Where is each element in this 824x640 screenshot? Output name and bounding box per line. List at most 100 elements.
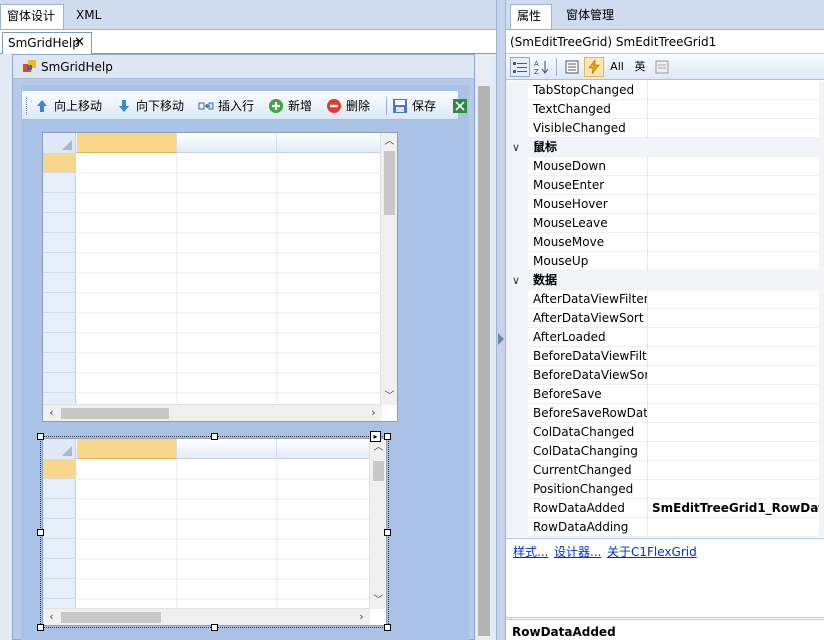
property-row[interactable]: VisibleChanged <box>506 119 824 138</box>
property-row[interactable]: MouseHover <box>506 195 824 214</box>
property-row[interactable]: ColDataChanging <box>506 442 824 461</box>
grid-1-cells[interactable] <box>77 153 382 405</box>
grid-1-row-header-cell[interactable] <box>43 353 76 373</box>
grid-1-horizontal-scrollbar[interactable]: ‹ › <box>43 404 382 421</box>
grid-1-row-header-cell[interactable] <box>43 373 76 393</box>
property-value[interactable] <box>652 81 822 100</box>
design-surface-vertical-scrollbar[interactable] <box>476 54 492 640</box>
property-row[interactable]: PositionChanged <box>506 480 824 499</box>
property-value[interactable]: SmEditTreeGrid1_RowDataA <box>652 499 822 518</box>
property-row[interactable]: AfterLoaded <box>506 328 824 347</box>
grid-1-row-header-cell[interactable] <box>43 213 76 233</box>
property-row[interactable]: RowDataAdding <box>506 518 824 537</box>
scroll-left-icon[interactable]: ‹ <box>43 405 60 421</box>
grid-1-row-header-cell[interactable] <box>43 333 76 353</box>
property-row[interactable]: TextChanged <box>506 100 824 119</box>
resize-handle[interactable] <box>37 433 44 440</box>
grid-1-horizontal-scroll-thumb[interactable] <box>61 408 169 419</box>
property-row[interactable]: TabStopChanged <box>506 81 824 100</box>
events-view-button[interactable] <box>584 57 604 77</box>
property-value[interactable] <box>652 309 822 328</box>
grid-1-column-header-cell[interactable] <box>177 133 277 153</box>
property-row[interactable]: BeforeSave <box>506 385 824 404</box>
close-icon[interactable]: ✕ <box>74 33 85 53</box>
grid-1-column-header-cell[interactable] <box>277 133 382 153</box>
property-grid[interactable]: TabStopChanged TextChanged VisibleChanged ∨… <box>506 81 824 537</box>
resize-handle[interactable] <box>211 433 218 440</box>
tab-properties[interactable]: 属性 <box>510 4 552 29</box>
move-down-button[interactable]: 向下移动 <box>116 95 184 117</box>
grid-1-row-header-cell[interactable] <box>43 173 76 193</box>
chevron-down-icon[interactable]: ∨ <box>512 138 520 157</box>
save-button[interactable]: 保存 <box>392 95 436 117</box>
grid-1-corner-cell[interactable] <box>43 133 76 153</box>
property-row[interactable]: CurrentChanged <box>506 461 824 480</box>
resize-handle[interactable] <box>384 433 391 440</box>
move-up-button[interactable]: 向上移动 <box>34 95 102 117</box>
property-row[interactable]: MouseEnter <box>506 176 824 195</box>
style-command-link[interactable]: 样式... <box>513 543 548 560</box>
design-surface-scroll-thumb[interactable] <box>478 86 490 636</box>
grid-1-vertical-scroll-thumb[interactable] <box>384 151 395 215</box>
property-value[interactable] <box>652 442 822 461</box>
grid-1-row-header-cell[interactable] <box>43 293 76 313</box>
insert-row-button[interactable]: 插入行 <box>198 95 254 117</box>
property-value[interactable] <box>652 214 822 233</box>
property-row[interactable]: AfterDataViewSort <box>506 309 824 328</box>
language-toggle-button[interactable]: 英 <box>630 57 650 77</box>
property-value[interactable] <box>652 195 822 214</box>
property-row[interactable]: ColDataChanged <box>506 423 824 442</box>
resize-handle[interactable] <box>384 529 391 536</box>
grid-1-row-header-cell[interactable] <box>43 153 76 173</box>
property-row[interactable]: BeforeDataViewFilte <box>506 347 824 366</box>
designer-command-link[interactable]: 设计器... <box>554 543 601 560</box>
grid-1-vertical-scrollbar[interactable]: ︿ ﹀ <box>380 133 397 405</box>
more-toolbar-button[interactable] <box>452 95 472 117</box>
scroll-down-icon[interactable]: ﹀ <box>381 388 397 405</box>
property-value[interactable] <box>652 290 822 309</box>
resize-handle[interactable] <box>211 624 218 631</box>
grid-1-row-header-cell[interactable] <box>43 313 76 333</box>
property-value[interactable] <box>652 404 822 423</box>
splitter-arrow-icon[interactable] <box>498 333 504 345</box>
grid-1-row-header-cell[interactable] <box>43 253 76 273</box>
smart-tag-arrow-icon[interactable]: ▸ <box>370 431 381 442</box>
tab-form-management[interactable]: 窗体管理 <box>560 4 620 29</box>
resize-handle[interactable] <box>37 529 44 536</box>
property-pages-button[interactable] <box>652 57 672 77</box>
property-value[interactable] <box>652 518 822 537</box>
grid-1-column-header-cell[interactable] <box>77 133 177 153</box>
property-value[interactable] <box>652 423 822 442</box>
object-selector[interactable]: (SmEditTreeGrid) SmEditTreeGrid1 <box>506 31 824 54</box>
data-grid-1[interactable]: ︿ ﹀ ‹ › <box>42 132 398 422</box>
property-grid-scrollbar[interactable] <box>819 81 824 537</box>
property-row[interactable]: MouseLeave <box>506 214 824 233</box>
resize-handle[interactable] <box>37 624 44 631</box>
property-value[interactable] <box>652 176 822 195</box>
tab-xml[interactable]: XML <box>70 4 110 29</box>
about-c1flexgrid-link[interactable]: 关于C1FlexGrid <box>607 543 697 560</box>
resize-handle[interactable] <box>384 624 391 631</box>
property-category[interactable]: ∨ 数据 <box>506 271 824 290</box>
add-button[interactable]: 新增 <box>268 95 312 117</box>
property-category[interactable]: ∨ 鼠标 <box>506 138 824 157</box>
property-row[interactable]: MouseDown <box>506 157 824 176</box>
document-tab-smgridhelp[interactable]: SmGridHelp ✕ <box>2 32 92 54</box>
panel-splitter[interactable] <box>496 0 506 640</box>
property-value[interactable] <box>652 385 822 404</box>
property-row[interactable]: AfterDataViewFilter <box>506 290 824 309</box>
property-row[interactable]: MouseMove <box>506 233 824 252</box>
property-value[interactable] <box>652 347 822 366</box>
grid-1-row-header-cell[interactable] <box>43 233 76 253</box>
property-value[interactable] <box>652 157 822 176</box>
property-value[interactable] <box>652 100 822 119</box>
property-value[interactable] <box>652 119 822 138</box>
property-value[interactable] <box>652 480 822 499</box>
delete-button[interactable]: 删除 <box>326 95 370 117</box>
property-value[interactable] <box>652 366 822 385</box>
property-value[interactable] <box>652 328 822 347</box>
properties-view-button[interactable] <box>562 57 582 77</box>
tab-form-design[interactable]: 窗体设计 <box>0 4 64 29</box>
alphabetical-view-button[interactable]: AZ <box>532 57 552 77</box>
scroll-right-icon[interactable]: › <box>365 405 382 421</box>
